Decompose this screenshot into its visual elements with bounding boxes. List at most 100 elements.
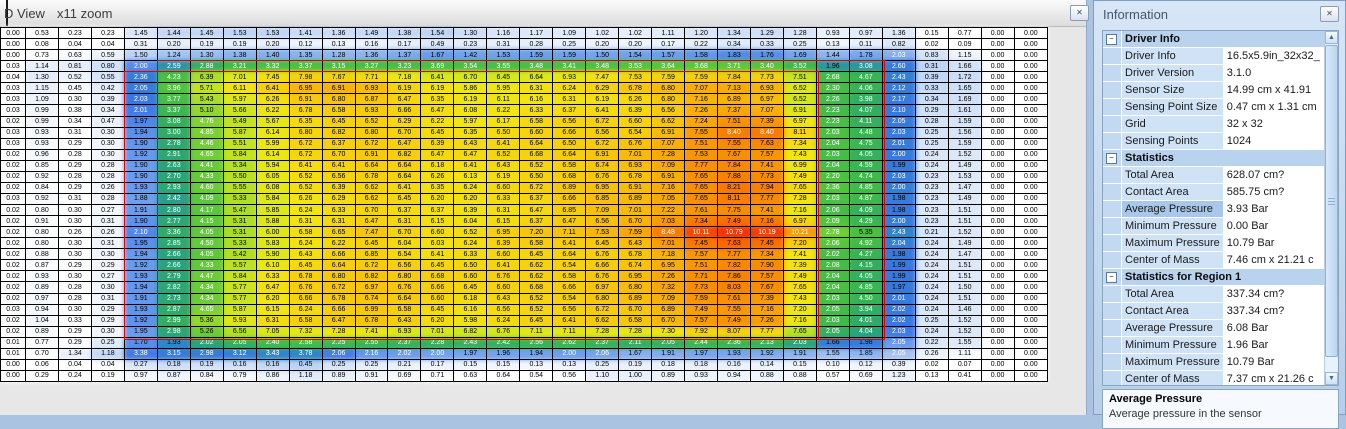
heatmap-cell: 0.00 <box>981 227 1014 238</box>
heatmap-cell: 0.02 <box>1 271 26 282</box>
property-row[interactable]: Maximum Pressure 10.79 Bar <box>1103 235 1325 252</box>
heatmap-cell: 1.46 <box>948 304 981 315</box>
heatmap-cell: 0.52 <box>58 72 91 83</box>
property-row[interactable]: Minimum Pressure 1.96 Bar <box>1103 337 1325 354</box>
property-description: Average Pressure Average pressure in the… <box>1102 389 1339 429</box>
heatmap-cell: 0.01 <box>1 337 26 348</box>
heatmap-cell: 1.30 <box>26 72 59 83</box>
property-row[interactable]: Grid 32 x 32 <box>1103 116 1325 133</box>
heatmap-cell: 0.00 <box>1014 127 1047 138</box>
heatmap-cell: 0.00 <box>981 271 1014 282</box>
heatmap-cell: 2.06 <box>322 348 355 359</box>
property-row[interactable]: Maximum Pressure 10.79 Bar <box>1103 354 1325 371</box>
collapse-icon[interactable]: − <box>1106 153 1117 164</box>
heatmap-cell: 1.83 <box>718 50 751 61</box>
property-name: Grid <box>1122 116 1224 133</box>
heatmap-cell: 3.38 <box>124 348 157 359</box>
heatmap-cell: 1.52 <box>948 326 981 337</box>
region-2-outline[interactable] <box>124 71 819 339</box>
heatmap-cell: 1.14 <box>26 61 59 72</box>
heatmap-cell: 0.00 <box>981 94 1014 105</box>
heatmap-cell: 0.03 <box>1 94 26 105</box>
group-label: Driver Info <box>1122 31 1326 48</box>
heatmap-cell: 1.57 <box>652 50 685 61</box>
heatmap-cell: 0.93 <box>685 370 718 381</box>
heatmap-cell: 0.94 <box>26 304 59 315</box>
group-header[interactable]: − Statistics for Region 1 <box>1103 269 1325 286</box>
heatmap-cell: 0.13 <box>816 39 849 50</box>
heatmap-cell: 0.30 <box>91 149 124 160</box>
property-row[interactable]: Driver Info 16.5x5.9in_32x32_ <box>1103 48 1325 65</box>
property-row[interactable]: Minimum Pressure 0.00 Bar <box>1103 218 1325 235</box>
heatmap-cell: 0.17 <box>388 39 421 50</box>
property-row[interactable]: Average Pressure 6.08 Bar <box>1103 320 1325 337</box>
heatmap-cell: 0.18 <box>652 359 685 370</box>
scroll-down-icon[interactable]: ▼ <box>1325 372 1338 385</box>
scrollbar-thumb[interactable] <box>1325 45 1338 357</box>
heatmap-cell: 1.98 <box>882 249 915 260</box>
close-icon[interactable]: ✕ <box>1320 6 1339 22</box>
heatmap-cell: 1.61 <box>948 105 981 116</box>
heatmap-cell: 3.15 <box>157 348 190 359</box>
heatmap-cell: 2.05 <box>882 337 915 348</box>
group-header[interactable]: − Statistics <box>1103 150 1325 167</box>
property-row[interactable]: Contact Area 337.34 cm? <box>1103 303 1325 320</box>
heatmap-cell: 0.30 <box>58 216 91 227</box>
property-row[interactable]: Contact Area 585.75 cm? <box>1103 184 1325 201</box>
property-row[interactable]: Average Pressure 3.93 Bar <box>1103 201 1325 218</box>
collapse-icon[interactable]: − <box>1106 34 1117 45</box>
property-row[interactable]: Total Area 628.07 cm? <box>1103 167 1325 184</box>
heatmap-cell: 1.41 <box>289 28 322 39</box>
heatmap-cell: 1.47 <box>948 249 981 260</box>
heatmap-cell: 0.24 <box>915 160 948 171</box>
heatmap-cell: 2.05 <box>882 348 915 359</box>
heatmap-cell: 0.06 <box>26 359 59 370</box>
heatmap-cell: 0.31 <box>915 61 948 72</box>
heatmap-cell: 1.98 <box>882 193 915 204</box>
scrollbar[interactable]: ▲ ▼ <box>1324 31 1338 385</box>
heatmap-cell: 1.91 <box>783 348 816 359</box>
heatmap-cell: 0.23 <box>915 193 948 204</box>
scroll-up-icon[interactable]: ▲ <box>1325 31 1338 44</box>
heatmap-cell: 0.03 <box>1 105 26 116</box>
heatmap-cell: 1.24 <box>157 50 190 61</box>
heatmap-cell: 0.33 <box>750 39 783 50</box>
heatmap-cell: 0.27 <box>124 359 157 370</box>
collapse-icon[interactable]: − <box>1106 272 1117 283</box>
heatmap-cell: 0.00 <box>1014 182 1047 193</box>
heatmap-cell: 1.93 <box>718 348 751 359</box>
property-row[interactable]: Sensing Points 1024 <box>1103 133 1325 150</box>
heatmap-cell: 0.00 <box>1014 105 1047 116</box>
property-row[interactable]: Sensing Point Size 0.47 cm x 1.31 cm <box>1103 99 1325 116</box>
property-row[interactable]: Driver Version 3.1.0 <box>1103 65 1325 82</box>
heatmap-cell: 2.17 <box>882 94 915 105</box>
heatmap-cell: 0.00 <box>1014 205 1047 216</box>
heatmap-cell: 0.88 <box>26 249 59 260</box>
property-row[interactable]: Sensor Size 14.99 cm x 41.91 <box>1103 82 1325 99</box>
information-panel: Information ✕ − Driver Info Driver Info … <box>1093 0 1346 415</box>
heatmap-cell: 1.91 <box>652 348 685 359</box>
heatmap-cell: 1.00 <box>619 370 652 381</box>
property-name: Total Area <box>1122 286 1224 303</box>
property-name: Minimum Pressure <box>1122 337 1224 354</box>
heatmap-cell: 0.00 <box>1014 138 1047 149</box>
heatmap-cell: 0.15 <box>783 359 816 370</box>
pressure-heatmap[interactable]: 0.000.530.230.231.451.441.451.531.531.41… <box>0 27 1048 382</box>
heatmap-cell: 0.00 <box>981 138 1014 149</box>
heatmap-cell: 0.00 <box>1014 193 1047 204</box>
heatmap-cell: 0.20 <box>256 39 289 50</box>
heatmap-cell: 0.00 <box>1014 238 1047 249</box>
heatmap-cell: 0.96 <box>26 149 59 160</box>
property-row[interactable]: Total Area 337.34 cm? <box>1103 286 1325 303</box>
property-row[interactable]: Center of Mass 7.37 cm x 21.26 c <box>1103 371 1325 387</box>
property-row[interactable]: Center of Mass 7.46 cm x 21.21 c <box>1103 252 1325 269</box>
heatmap-cell: 0.00 <box>981 193 1014 204</box>
property-value: 10.79 Bar <box>1223 235 1325 252</box>
heatmap-cell: 0.88 <box>750 370 783 381</box>
heatmap-cell: 0.93 <box>816 28 849 39</box>
group-header[interactable]: − Driver Info <box>1103 31 1325 48</box>
heatmap-cell: 0.93 <box>26 127 59 138</box>
close-icon[interactable]: ✕ <box>1070 5 1089 21</box>
heatmap-cell: 0.77 <box>948 28 981 39</box>
property-value: 6.08 Bar <box>1223 320 1325 337</box>
